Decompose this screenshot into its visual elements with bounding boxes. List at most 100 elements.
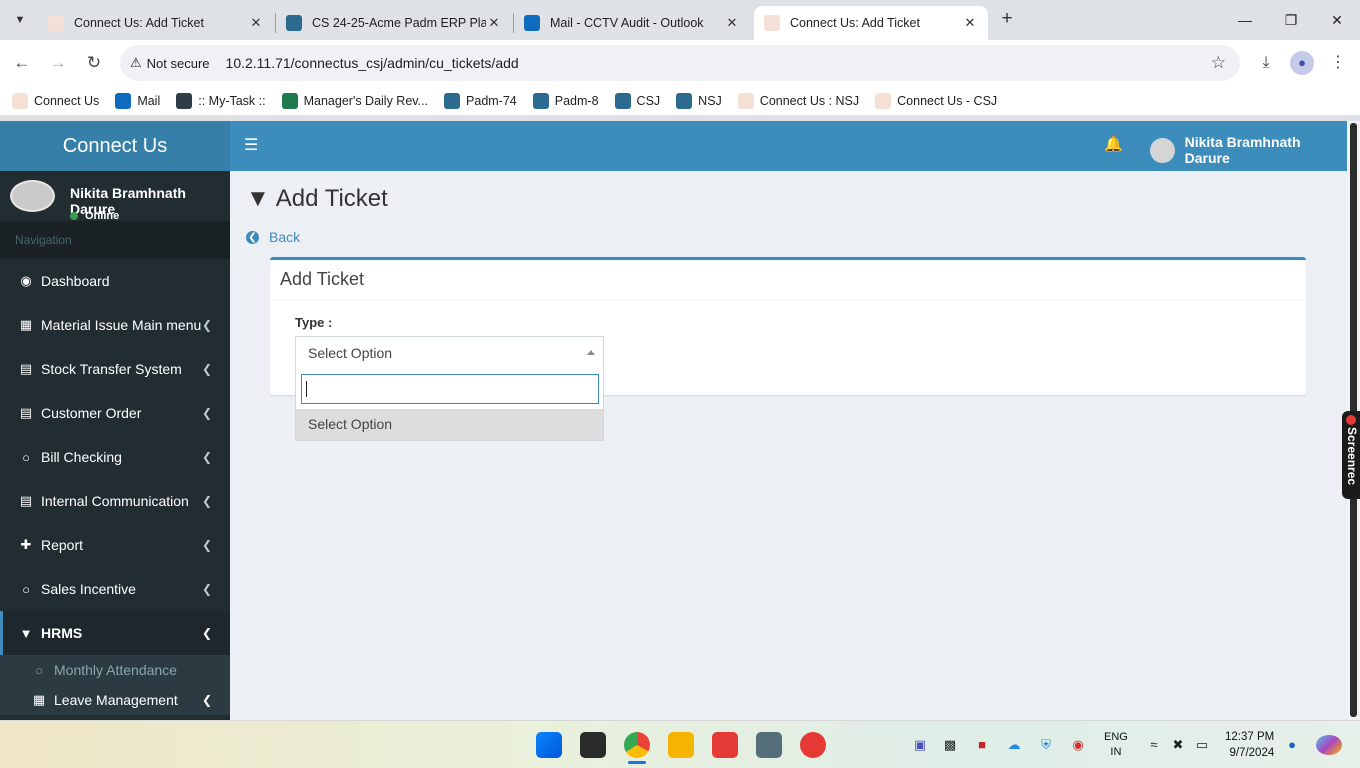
sidebar-item-stock-transfer[interactable]: ▤ Stock Transfer System ❮	[0, 347, 230, 391]
bookmark-item[interactable]: Mail	[115, 92, 160, 109]
bookmark-item[interactable]: Connect Us : NSJ	[737, 92, 860, 109]
bookmark-item[interactable]: :: My-Task ::	[176, 92, 266, 109]
sidebar-item-bill-checking[interactable]: ○ Bill Checking ❮	[0, 435, 230, 479]
copilot-icon[interactable]	[1316, 735, 1342, 755]
sidebar-subitem-monthly-attendance[interactable]: ○ Monthly Attendance	[0, 655, 230, 685]
close-icon[interactable]: ✕	[724, 15, 740, 31]
app-icon[interactable]	[756, 732, 782, 758]
forward-arrow-icon[interactable]: →	[46, 51, 70, 75]
more-menu-icon[interactable]: ⋮	[1326, 51, 1350, 75]
type-select[interactable]: Select Option	[295, 336, 604, 370]
clock-date: 9/7/2024	[1229, 747, 1275, 759]
erp-favicon-icon	[532, 92, 549, 109]
sidebar-item-hrms[interactable]: ▼ HRMS ❮	[0, 611, 230, 655]
clock[interactable]: 12:37 PM 9/7/2024	[1225, 729, 1274, 761]
tab-title: CS 24-25-Acme Padm ERP Platf	[312, 16, 486, 30]
wps-icon[interactable]	[800, 732, 826, 758]
new-tab-button[interactable]: +	[996, 9, 1018, 31]
sidebar-item-sales-incentive[interactable]: ○ Sales Incentive ❮	[0, 567, 230, 611]
page-title-text: Add Ticket	[275, 185, 388, 212]
react-favicon-icon	[176, 92, 193, 109]
sidebar-item-label: Bill Checking	[41, 449, 122, 465]
bookmark-label: :: My-Task ::	[198, 93, 266, 108]
sidebar-item-label: Monthly Attendance	[54, 662, 177, 678]
security-indicator[interactable]: ⚠ Not secure	[130, 55, 210, 71]
chevron-left-icon: ❮	[201, 582, 212, 596]
sidebar-item-label: Stock Transfer System	[41, 361, 182, 377]
screenrec-widget[interactable]: Screenrec	[1342, 411, 1360, 499]
windows-start-icon[interactable]	[536, 732, 562, 758]
browser-tab-1[interactable]: Connect Us: Add Ticket ✕	[38, 6, 274, 40]
restore-button[interactable]: ❐	[1276, 8, 1306, 32]
bookmark-label: Connect Us : NSJ	[759, 93, 860, 108]
tray-app-icon[interactable]: ■	[972, 735, 992, 755]
security-shield-icon[interactable]: ⛨	[1036, 735, 1056, 755]
dropdown-option[interactable]: Select Option	[296, 409, 603, 440]
bookmark-label: Padm-8	[554, 93, 599, 108]
browser-tab-4-active[interactable]: Connect Us: Add Ticket ✕	[754, 6, 988, 40]
browser-tab-2[interactable]: CS 24-25-Acme Padm ERP Platf ✕	[276, 6, 512, 40]
back-arrow-icon[interactable]: ←	[10, 51, 34, 75]
outlook-favicon-icon	[115, 92, 132, 109]
notification-bell-icon[interactable]: ●	[1282, 735, 1302, 755]
bookmark-item[interactable]: NSJ	[676, 92, 722, 109]
wifi-icon[interactable]: ≈	[1144, 735, 1164, 755]
minimize-button[interactable]: —	[1230, 8, 1260, 32]
table-icon: ▦	[32, 692, 46, 707]
sidebar-item-label: Leave Management	[54, 692, 178, 708]
bookmark-star-icon[interactable]: ☆	[1211, 53, 1226, 73]
teams-icon[interactable]: ▣	[910, 735, 930, 755]
bookmark-item[interactable]: Manager's Daily Rev...	[281, 92, 428, 109]
sidebar-item-report[interactable]: ✚ Report ❮	[0, 523, 230, 567]
sidebar-item-material-issue[interactable]: ▦ Material Issue Main menu ❮	[0, 303, 230, 347]
hamburger-menu-icon[interactable]: ☰	[244, 135, 260, 155]
chevron-left-icon: ❮	[201, 450, 212, 464]
bookmark-item[interactable]: Padm-74	[444, 92, 517, 109]
bookmark-item[interactable]: Padm-8	[532, 92, 599, 109]
dashboard-icon: ◉	[20, 273, 32, 288]
page-title: ▼ Add Ticket	[246, 185, 388, 213]
battery-icon[interactable]: ▭	[1192, 735, 1212, 755]
url-text[interactable]: 10.2.11.71/connectus_csj/admin/cu_ticket…	[226, 55, 519, 71]
type-label: Type :	[295, 315, 333, 330]
address-bar[interactable]: ⚠ Not secure 10.2.11.71/connectus_csj/ad…	[120, 45, 1240, 81]
sidebar-item-customer-order[interactable]: ▤ Customer Order ❮	[0, 391, 230, 435]
wps-office-icon[interactable]	[712, 732, 738, 758]
bookmark-item[interactable]: Connect Us	[12, 92, 99, 109]
tray-app-icon[interactable]: ▩	[940, 735, 960, 755]
close-icon[interactable]: ✕	[962, 15, 978, 31]
close-window-button[interactable]: ✕	[1322, 8, 1352, 32]
bookmark-item[interactable]: Connect Us - CSJ	[875, 92, 997, 109]
chrome-icon[interactable]	[624, 732, 650, 758]
top-navbar: ☰ 🔔 Nikita Bramhnath Darure	[230, 121, 1347, 171]
speaker-muted-icon[interactable]: ✖	[1168, 735, 1188, 755]
app-logo[interactable]: Connect Us	[0, 121, 230, 171]
download-icon[interactable]: ⤓	[1254, 51, 1278, 75]
browser-tab-3[interactable]: Mail - CCTV Audit - Outlook ✕	[514, 6, 750, 40]
onedrive-icon[interactable]: ☁	[1004, 735, 1024, 755]
reload-icon[interactable]: ↻	[82, 51, 106, 75]
sidebar-subitem-leave-management[interactable]: ▦ Leave Management ❮	[0, 685, 230, 715]
user-menu[interactable]: Nikita Bramhnath Darure	[1150, 134, 1347, 166]
table-icon: ▦	[19, 317, 33, 332]
record-icon[interactable]: ◉	[1068, 735, 1088, 755]
bookmark-item[interactable]: CSJ	[614, 92, 660, 109]
sidebar-item-dashboard[interactable]: ◉ Dashboard	[0, 259, 230, 303]
main-content: ▼ Add Ticket ❮ Back Add Ticket Type : Se…	[230, 171, 1347, 720]
close-icon[interactable]: ✕	[486, 15, 502, 31]
close-icon[interactable]: ✕	[248, 15, 264, 31]
profile-avatar-icon[interactable]: ●	[1290, 51, 1314, 75]
dropdown-search-input[interactable]	[301, 374, 599, 404]
circle-icon: ○	[22, 581, 30, 597]
money-icon: ▤	[19, 493, 33, 508]
user-status-label: Online	[85, 210, 120, 222]
bell-icon[interactable]: 🔔	[1104, 135, 1123, 153]
region-code: IN	[1110, 746, 1122, 758]
file-explorer-icon[interactable]	[668, 732, 694, 758]
sticky-notes-icon[interactable]	[580, 732, 606, 758]
language-indicator[interactable]: ENG IN	[1104, 730, 1128, 760]
filter-icon: ▼	[246, 185, 270, 212]
tab-search-button[interactable]: ▼	[8, 8, 32, 32]
sidebar-item-internal-communication[interactable]: ▤ Internal Communication ❮	[0, 479, 230, 523]
back-link[interactable]: ❮ Back	[246, 229, 300, 245]
